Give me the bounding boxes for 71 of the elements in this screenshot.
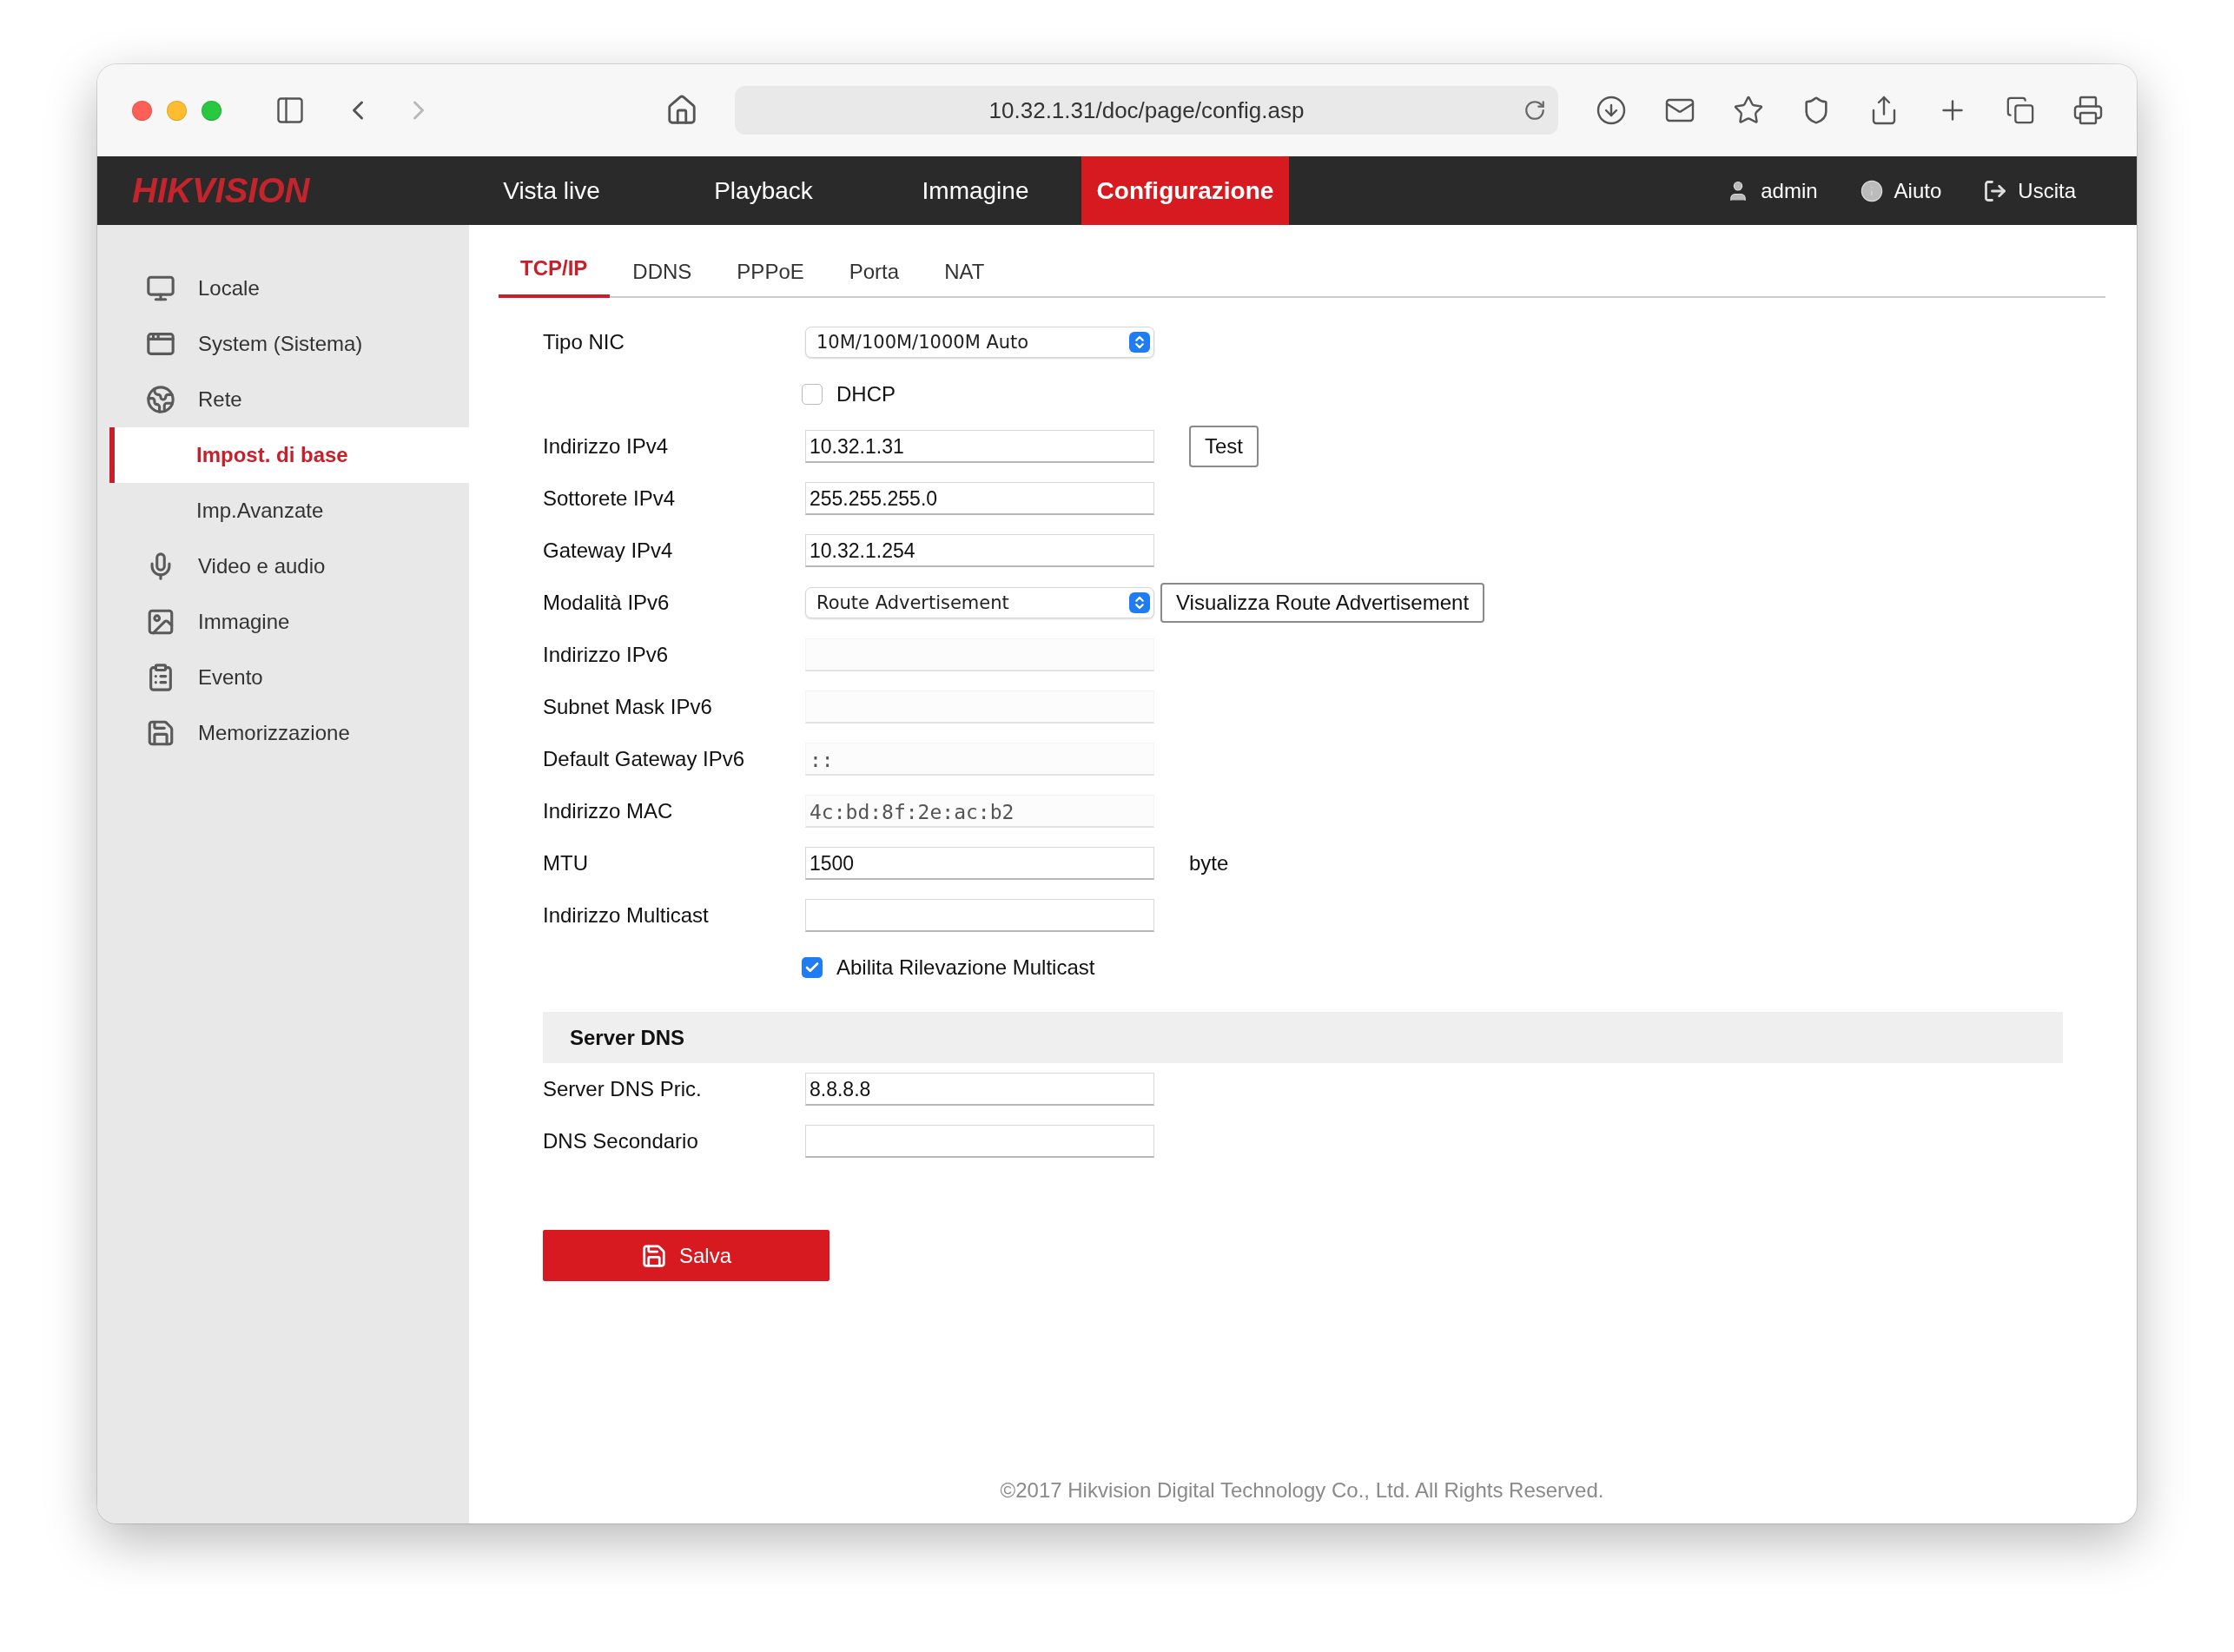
input-field[interactable]: 8.8.8.8 [805,1073,1154,1106]
zoom-button[interactable] [202,100,221,121]
sidebar-subitem[interactable]: Impost. di base [109,427,469,483]
input-field[interactable]: 10.32.1.31 [805,430,1154,463]
sidebar-icon[interactable] [274,95,306,126]
field-label: Indirizzo IPv6 [543,643,670,667]
field-label: Indirizzo Multicast [543,903,710,928]
dropdown[interactable]: 10M/100M/1000M Auto [805,327,1154,358]
input-field[interactable]: 10.32.1.254 [805,534,1154,567]
copyright-text: ©2017 Hikvision Digital Technology Co., Ltd. All Rights Reserved. [1000,1478,1604,1503]
sidebar-item[interactable]: Immagine [109,594,469,650]
checkbox[interactable] [802,384,823,405]
address-bar[interactable]: 10.32.1.31/doc/page/config.asp [735,86,1558,135]
input-field[interactable] [805,1125,1154,1158]
field-label: Indirizzo MAC [543,799,674,823]
sidebar-item[interactable]: Video e audio [109,539,469,594]
sidebar-item[interactable]: Rete [109,372,469,427]
nav-tab[interactable]: Vista live [446,156,658,225]
monitor-icon [146,274,175,303]
header-link[interactable]: admin [1726,178,1818,203]
unit-label: byte [1189,851,1229,876]
globe-icon [146,385,175,414]
field-label: Indirizzo IPv4 [543,434,670,459]
home-icon[interactable] [665,94,698,127]
field-label: Gateway IPv4 [543,539,674,563]
field-label: DNS Secondario [543,1129,699,1153]
tab[interactable]: NAT [922,248,1008,298]
tabs-icon[interactable] [2006,96,2035,125]
sidebar-subitem[interactable]: Imp.Avanzate [109,483,469,539]
tab[interactable]: Porta [826,248,922,298]
logout-icon [1983,178,2008,203]
field-label: Sottorete IPv4 [543,486,677,511]
header-link[interactable]: Aiuto [1859,178,1942,203]
route-button[interactable]: Visualizza Route Advertisement [1160,583,1485,623]
sidebar-item[interactable]: System (Sistema) [109,316,469,372]
close-button[interactable] [132,100,152,121]
input-field[interactable] [805,899,1154,932]
field-label: Tipo NIC [543,330,625,354]
field-label: Subnet Mask IPv6 [543,695,713,719]
tab[interactable]: PPPoE [714,248,827,298]
logo: HIKVISION [132,171,310,210]
sidebar-item[interactable]: Memorizzazione [109,705,469,761]
header-link[interactable]: Uscita [1983,178,2076,203]
updown-icon [1129,332,1150,353]
reload-icon[interactable] [1523,99,1546,122]
updown-icon [1129,592,1150,613]
checkbox-label: DHCP [836,382,896,406]
nav-tab[interactable]: Configurazione [1081,156,1289,225]
checkbox[interactable] [802,957,823,978]
input-field[interactable]: 1500 [805,847,1154,880]
field-label: Modalità IPv6 [543,591,671,615]
sidebar-item[interactable]: Evento [109,650,469,705]
nav-tab[interactable]: Playback [658,156,869,225]
checkbox-label: Abilita Rilevazione Multicast [836,955,1095,980]
tab[interactable]: DDNS [610,248,715,298]
field-label: Server DNS Pric. [543,1077,703,1101]
sidebar-item[interactable]: Locale [109,261,469,316]
dropdown[interactable]: Route Advertisement [805,587,1154,618]
star-icon[interactable] [1733,95,1764,126]
nav-tab[interactable]: Immagine [869,156,1081,225]
tab[interactable]: TCP/IP [499,248,611,298]
print-icon[interactable] [2072,95,2104,126]
section-title: Server DNS [570,1025,685,1050]
test-button[interactable]: Test [1189,426,1259,467]
input-field[interactable]: 255.255.255.0 [805,482,1154,515]
field-label: Default Gateway IPv6 [543,747,746,771]
image-icon [146,607,175,637]
field-label: MTU [543,851,589,876]
info-icon [1859,178,1884,203]
save-button[interactable]: Salva [543,1230,829,1281]
download-icon[interactable] [1596,95,1627,126]
